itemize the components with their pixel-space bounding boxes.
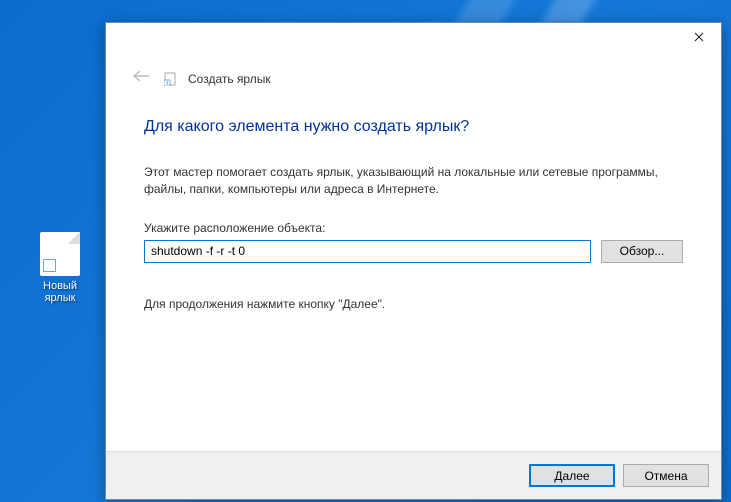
desktop-shortcut-icon[interactable]: Новый ярлык [32,232,88,304]
dialog-footer: Далее Отмена [106,451,721,499]
breadcrumb: Создать ярлык [188,72,271,86]
dialog-header: Создать ярлык [106,53,721,90]
dialog-description: Этот мастер помогает создать ярлык, указ… [144,164,683,199]
back-arrow-icon[interactable] [128,67,154,90]
dialog-content: Для какого элемента нужно создать ярлык?… [106,90,721,451]
shortcut-icon [164,72,178,86]
next-button[interactable]: Далее [529,464,615,487]
close-button[interactable] [676,23,721,51]
location-input[interactable] [144,240,591,263]
desktop-icon-label: Новый ярлык [32,280,88,304]
close-icon [694,32,704,42]
dialog-title: Для какого элемента нужно создать ярлык? [144,118,683,136]
location-row: Обзор... [144,240,683,263]
browse-button[interactable]: Обзор... [601,240,683,263]
create-shortcut-dialog: Создать ярлык Для какого элемента нужно … [105,22,722,500]
continue-instruction: Для продолжения нажмите кнопку "Далее". [144,297,683,311]
dialog-titlebar [106,23,721,53]
cancel-button[interactable]: Отмена [623,464,709,487]
location-label: Укажите расположение объекта: [144,221,683,235]
file-icon [40,232,80,276]
